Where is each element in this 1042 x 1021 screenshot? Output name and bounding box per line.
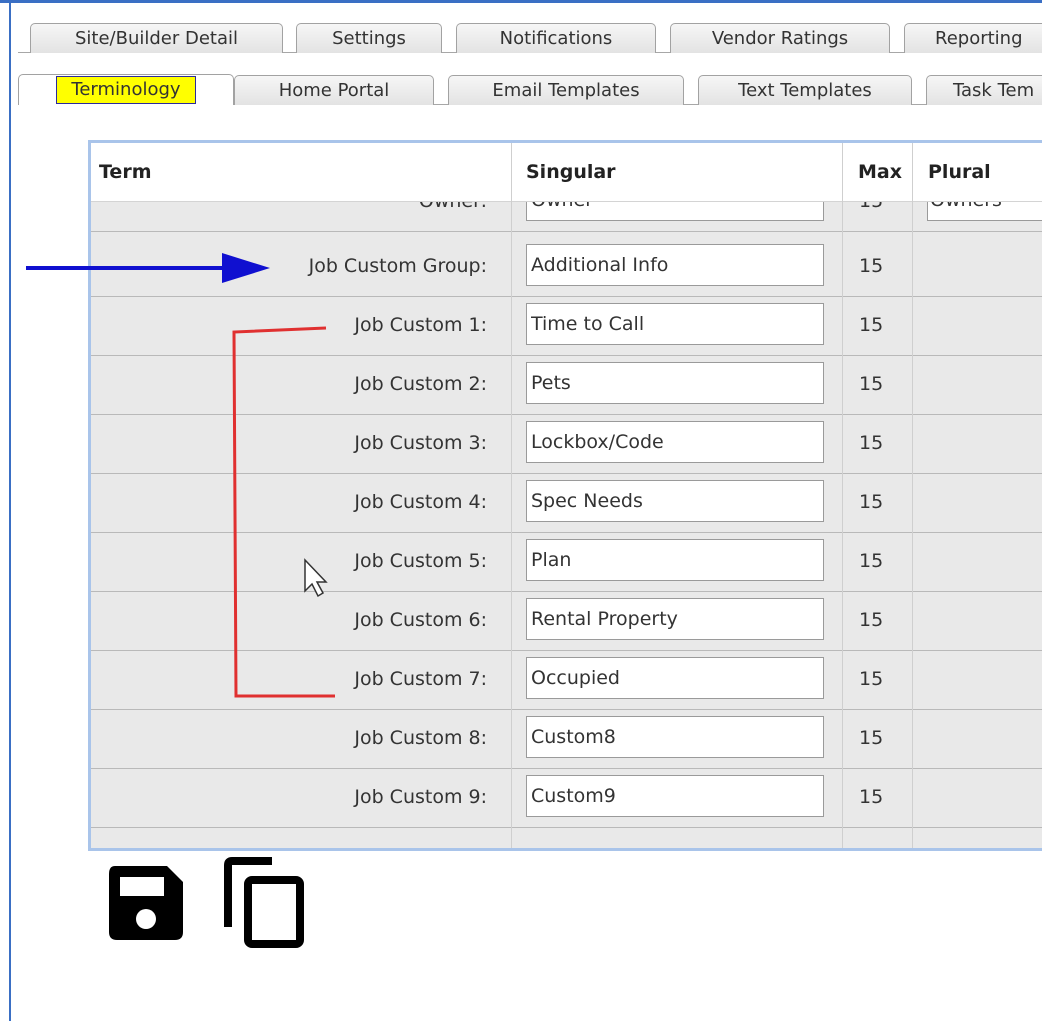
save-icon[interactable]	[109, 866, 183, 940]
tab-home-portal[interactable]: Home Portal	[234, 75, 434, 105]
singular-input[interactable]	[526, 480, 824, 522]
table-row: Job Custom 6: 15	[91, 592, 1042, 651]
table-row: Job Custom 1: 15	[91, 297, 1042, 356]
singular-input[interactable]	[526, 421, 824, 463]
term-label: Job Custom 6:	[354, 609, 487, 631]
table-row: Job Custom 5: 15	[91, 533, 1042, 592]
tab-label: Settings	[332, 28, 406, 49]
window-top-border	[0, 0, 1042, 3]
singular-input[interactable]	[526, 775, 824, 817]
tab-terminology[interactable]: Terminology	[18, 74, 234, 105]
max-length-value: 15	[859, 255, 884, 277]
max-length-value: 15	[859, 609, 884, 631]
tab-settings[interactable]: Settings	[296, 23, 442, 53]
table-row: Job Custom 9: 15	[91, 769, 1042, 828]
tab-label: Site/Builder Detail	[74, 28, 239, 49]
term-label: Job Custom 9:	[354, 786, 487, 808]
tab-label: Task Tem	[953, 80, 1035, 101]
singular-input[interactable]	[526, 539, 824, 581]
tab-text-templates[interactable]: Text Templates	[698, 75, 912, 105]
max-length-value: 15	[859, 550, 884, 572]
singular-input[interactable]	[526, 362, 824, 404]
column-divider	[511, 143, 512, 848]
tab-reporting[interactable]: Reporting	[904, 23, 1042, 53]
tab-label-highlighted: Terminology	[56, 76, 196, 104]
tab-label: Vendor Ratings	[711, 28, 849, 49]
header-plural[interactable]: Plural	[928, 143, 991, 201]
max-length-value: 15	[859, 491, 884, 513]
term-label: Job Custom 5:	[354, 550, 487, 572]
table-row: Job Custom 8: 15	[91, 710, 1042, 769]
term-label: Job Custom 2:	[354, 373, 487, 395]
term-label: Job Custom 8:	[354, 727, 487, 749]
tab-label: Home Portal	[278, 80, 390, 101]
term-label: Job Custom 4:	[354, 491, 487, 513]
tab-label: Email Templates	[492, 80, 640, 101]
window-left-border	[9, 0, 11, 1021]
singular-input[interactable]	[526, 657, 824, 699]
header-term[interactable]: Term	[99, 143, 152, 201]
table-row: Job Custom 4: 15	[91, 474, 1042, 533]
tab-strip-primary: Site/Builder Detail Settings Notificatio…	[0, 20, 1042, 53]
tab-task-templates[interactable]: Task Tem	[926, 75, 1042, 105]
term-label: Job Custom 7:	[354, 668, 487, 690]
table-row: Job Custom 3: 15	[91, 415, 1042, 474]
max-length-value: 15	[859, 786, 884, 808]
tab-notifications[interactable]: Notifications	[456, 23, 656, 53]
header-max[interactable]: Max	[858, 143, 902, 201]
term-label: Job Custom Group:	[308, 255, 487, 277]
tab-label: Text Templates	[738, 80, 872, 101]
terminology-grid: Owner:15Job Custom Group:15Job Custom 1:…	[88, 140, 1042, 851]
max-length-value: 15	[859, 314, 884, 336]
tab-label: Reporting	[935, 28, 1023, 49]
max-length-value: 15	[859, 373, 884, 395]
table-row: Job Custom 7: 15	[91, 651, 1042, 710]
singular-input[interactable]	[526, 716, 824, 758]
tab-vendor-ratings[interactable]: Vendor Ratings	[670, 23, 890, 53]
max-length-value: 15	[859, 668, 884, 690]
singular-input[interactable]	[526, 303, 824, 345]
copy-icon[interactable]	[224, 857, 308, 949]
table-row: Job Custom 2: 15	[91, 356, 1042, 415]
singular-input[interactable]	[526, 598, 824, 640]
tab-strip-secondary: Terminology Home Portal Email Templates …	[0, 72, 1042, 105]
max-length-value: 15	[859, 432, 884, 454]
header-singular[interactable]: Singular	[526, 143, 616, 201]
tab-email-templates[interactable]: Email Templates	[448, 75, 684, 105]
tab-label: Notifications	[499, 28, 613, 49]
singular-input[interactable]	[526, 244, 824, 286]
max-length-value: 15	[859, 727, 884, 749]
table-row: Job Custom Group: 15	[91, 238, 1042, 297]
column-divider	[912, 143, 913, 848]
grid-header: Term Singular Max Plural	[91, 143, 1042, 202]
tab-site-builder-detail[interactable]: Site/Builder Detail	[30, 23, 283, 53]
term-label: Job Custom 1:	[354, 314, 487, 336]
term-label: Job Custom 3:	[354, 432, 487, 454]
column-divider	[842, 143, 843, 848]
